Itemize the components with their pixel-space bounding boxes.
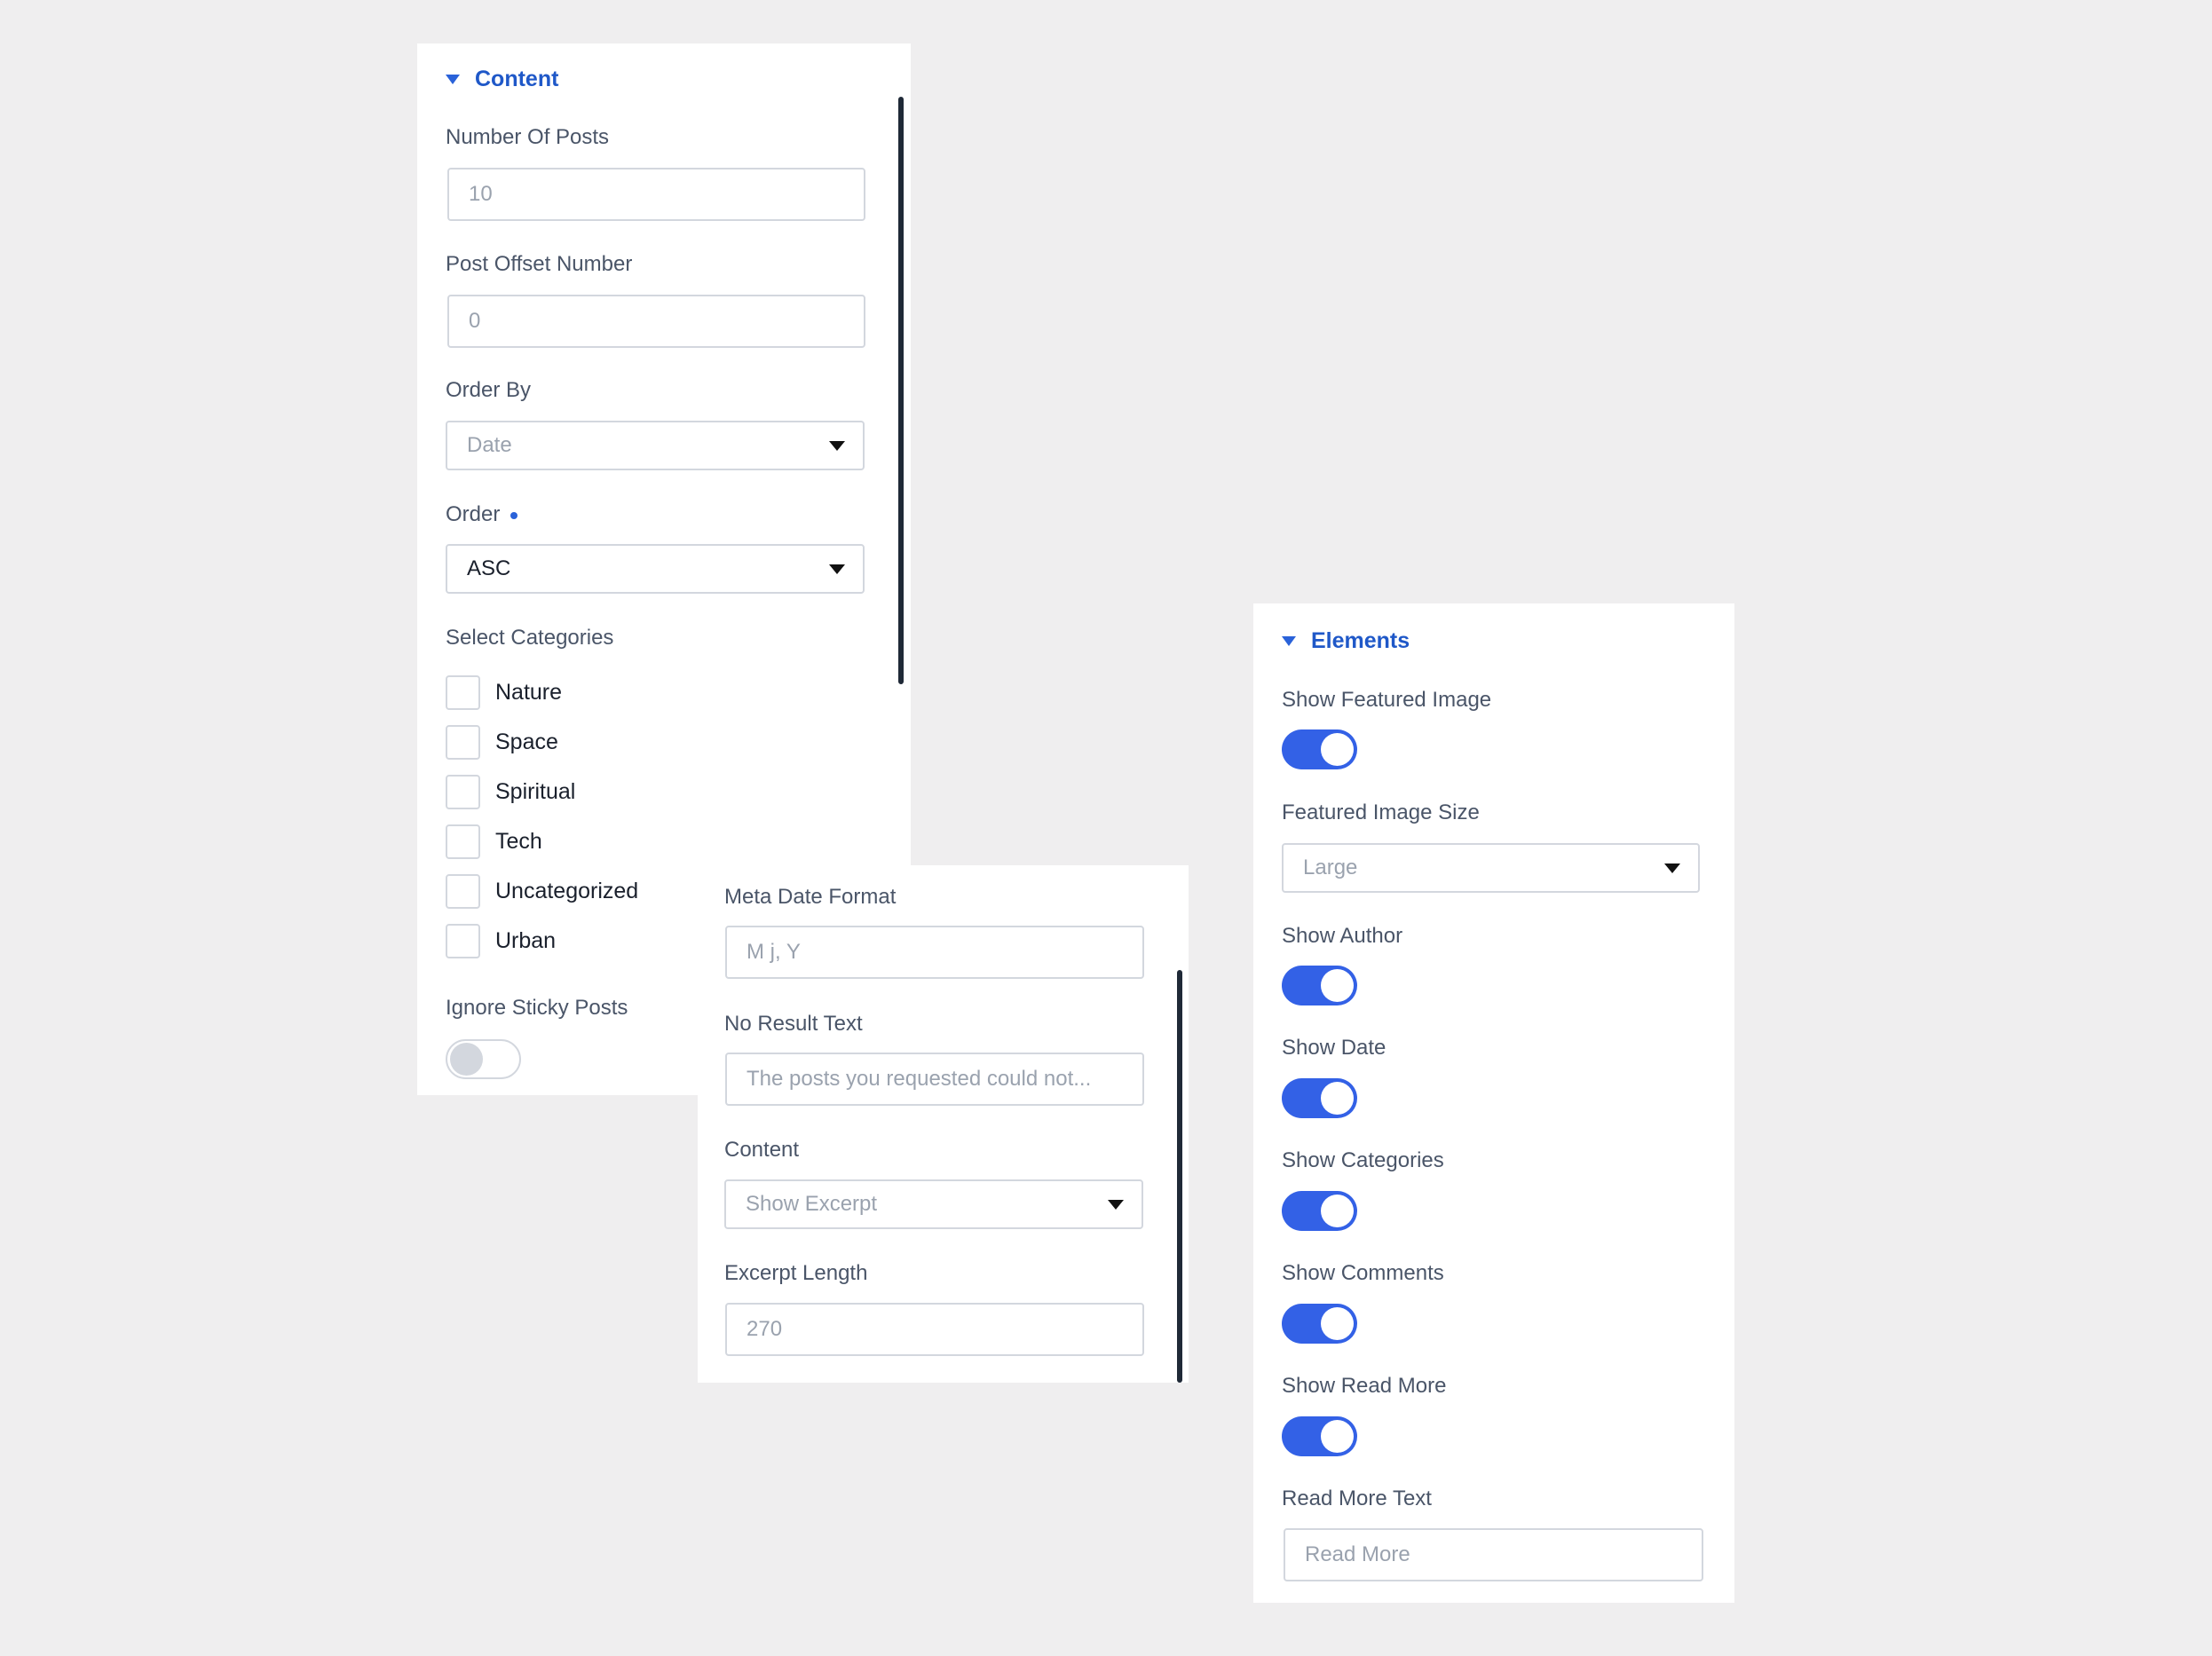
category-checkbox-nature[interactable]: Nature bbox=[446, 675, 562, 710]
post-offset-input[interactable]: 0 bbox=[447, 295, 865, 348]
elements-section-title: Elements bbox=[1311, 628, 1410, 653]
toggle-knob bbox=[450, 1043, 483, 1076]
elements-section-toggle[interactable]: Elements bbox=[1282, 628, 1410, 654]
excerpt-length-input[interactable]: 270 bbox=[725, 1303, 1144, 1356]
category-checkbox-urban[interactable]: Urban bbox=[446, 924, 556, 958]
post-offset-value: 0 bbox=[469, 309, 481, 333]
order-label: Order bbox=[446, 502, 518, 527]
ignore-sticky-label: Ignore Sticky Posts bbox=[446, 996, 628, 1020]
meta-settings-panel: Meta Date Format M j, Y No Result Text T… bbox=[698, 865, 1189, 1383]
featured-image-size-label: Featured Image Size bbox=[1282, 800, 1480, 824]
content-type-label: Content bbox=[724, 1138, 800, 1162]
checkbox[interactable] bbox=[446, 924, 480, 958]
elements-settings-panel: Elements Show Featured Image Featured Im… bbox=[1253, 603, 1734, 1603]
toggle-knob bbox=[1321, 1307, 1354, 1340]
scrollbar[interactable] bbox=[898, 97, 904, 684]
checkbox[interactable] bbox=[446, 824, 480, 859]
show-featured-image-toggle[interactable] bbox=[1282, 729, 1357, 769]
number-of-posts-label: Number Of Posts bbox=[446, 125, 610, 149]
checkbox[interactable] bbox=[446, 775, 480, 809]
caret-down-icon bbox=[446, 75, 460, 84]
ignore-sticky-toggle[interactable] bbox=[446, 1039, 521, 1079]
show-date-label: Show Date bbox=[1282, 1036, 1386, 1060]
chevron-down-icon bbox=[829, 564, 845, 574]
meta-date-format-placeholder: M j, Y bbox=[747, 940, 801, 964]
content-type-value: Show Excerpt bbox=[746, 1192, 878, 1216]
category-label: Space bbox=[495, 729, 558, 754]
post-offset-label: Post Offset Number bbox=[446, 252, 633, 276]
meta-date-format-label: Meta Date Format bbox=[724, 885, 897, 909]
content-section-title: Content bbox=[475, 67, 559, 91]
category-label: Uncategorized bbox=[495, 879, 639, 903]
show-read-more-toggle[interactable] bbox=[1282, 1416, 1357, 1456]
order-by-select[interactable]: Date bbox=[446, 421, 865, 470]
category-label: Spiritual bbox=[495, 779, 576, 804]
toggle-knob bbox=[1321, 1082, 1354, 1115]
content-section-toggle[interactable]: Content bbox=[446, 67, 558, 92]
featured-image-size-select[interactable]: Large bbox=[1282, 843, 1700, 893]
show-read-more-label: Show Read More bbox=[1282, 1374, 1447, 1398]
caret-down-icon bbox=[1282, 636, 1296, 646]
checkbox[interactable] bbox=[446, 725, 480, 760]
chevron-down-icon bbox=[1108, 1199, 1124, 1210]
checkbox[interactable] bbox=[446, 874, 480, 909]
category-checkbox-space[interactable]: Space bbox=[446, 725, 558, 760]
no-result-text-input[interactable]: The posts you requested could not... bbox=[725, 1053, 1144, 1106]
read-more-text-placeholder: Read More bbox=[1305, 1542, 1410, 1566]
show-categories-toggle[interactable] bbox=[1282, 1191, 1357, 1231]
toggle-knob bbox=[1321, 733, 1354, 766]
select-categories-label: Select Categories bbox=[446, 626, 614, 650]
read-more-text-input[interactable]: Read More bbox=[1284, 1528, 1703, 1581]
modified-dot-icon bbox=[510, 511, 518, 519]
show-categories-label: Show Categories bbox=[1282, 1148, 1444, 1172]
excerpt-length-value: 270 bbox=[747, 1317, 783, 1341]
content-type-select[interactable]: Show Excerpt bbox=[724, 1179, 1143, 1229]
category-checkbox-uncategorized[interactable]: Uncategorized bbox=[446, 874, 638, 909]
toggle-knob bbox=[1321, 1420, 1354, 1453]
featured-image-size-value: Large bbox=[1303, 856, 1358, 879]
show-author-toggle[interactable] bbox=[1282, 966, 1357, 1005]
read-more-text-label: Read More Text bbox=[1282, 1486, 1432, 1510]
show-author-label: Show Author bbox=[1282, 924, 1403, 948]
number-of-posts-input[interactable]: 10 bbox=[447, 168, 865, 221]
show-comments-toggle[interactable] bbox=[1282, 1304, 1357, 1344]
category-label: Tech bbox=[495, 829, 542, 854]
no-result-text-placeholder: The posts you requested could not... bbox=[747, 1067, 1092, 1091]
chevron-down-icon bbox=[1664, 863, 1680, 873]
order-by-value: Date bbox=[467, 433, 512, 457]
show-featured-image-label: Show Featured Image bbox=[1282, 688, 1492, 712]
order-by-label: Order By bbox=[446, 378, 532, 402]
category-checkbox-tech[interactable]: Tech bbox=[446, 824, 542, 859]
category-label: Urban bbox=[495, 928, 557, 953]
toggle-knob bbox=[1321, 969, 1354, 1002]
category-label: Nature bbox=[495, 680, 563, 705]
scrollbar[interactable] bbox=[1177, 970, 1182, 1383]
toggle-knob bbox=[1321, 1195, 1354, 1227]
show-date-toggle[interactable] bbox=[1282, 1078, 1357, 1118]
checkbox[interactable] bbox=[446, 675, 480, 710]
order-label-text: Order bbox=[446, 502, 501, 526]
order-value: ASC bbox=[467, 556, 511, 580]
number-of-posts-value: 10 bbox=[469, 182, 493, 206]
show-comments-label: Show Comments bbox=[1282, 1261, 1444, 1285]
excerpt-length-label: Excerpt Length bbox=[724, 1261, 868, 1285]
no-result-text-label: No Result Text bbox=[724, 1012, 863, 1036]
category-checkbox-spiritual[interactable]: Spiritual bbox=[446, 775, 575, 809]
order-select[interactable]: ASC bbox=[446, 544, 865, 594]
chevron-down-icon bbox=[829, 440, 845, 451]
meta-date-format-input[interactable]: M j, Y bbox=[725, 926, 1144, 979]
